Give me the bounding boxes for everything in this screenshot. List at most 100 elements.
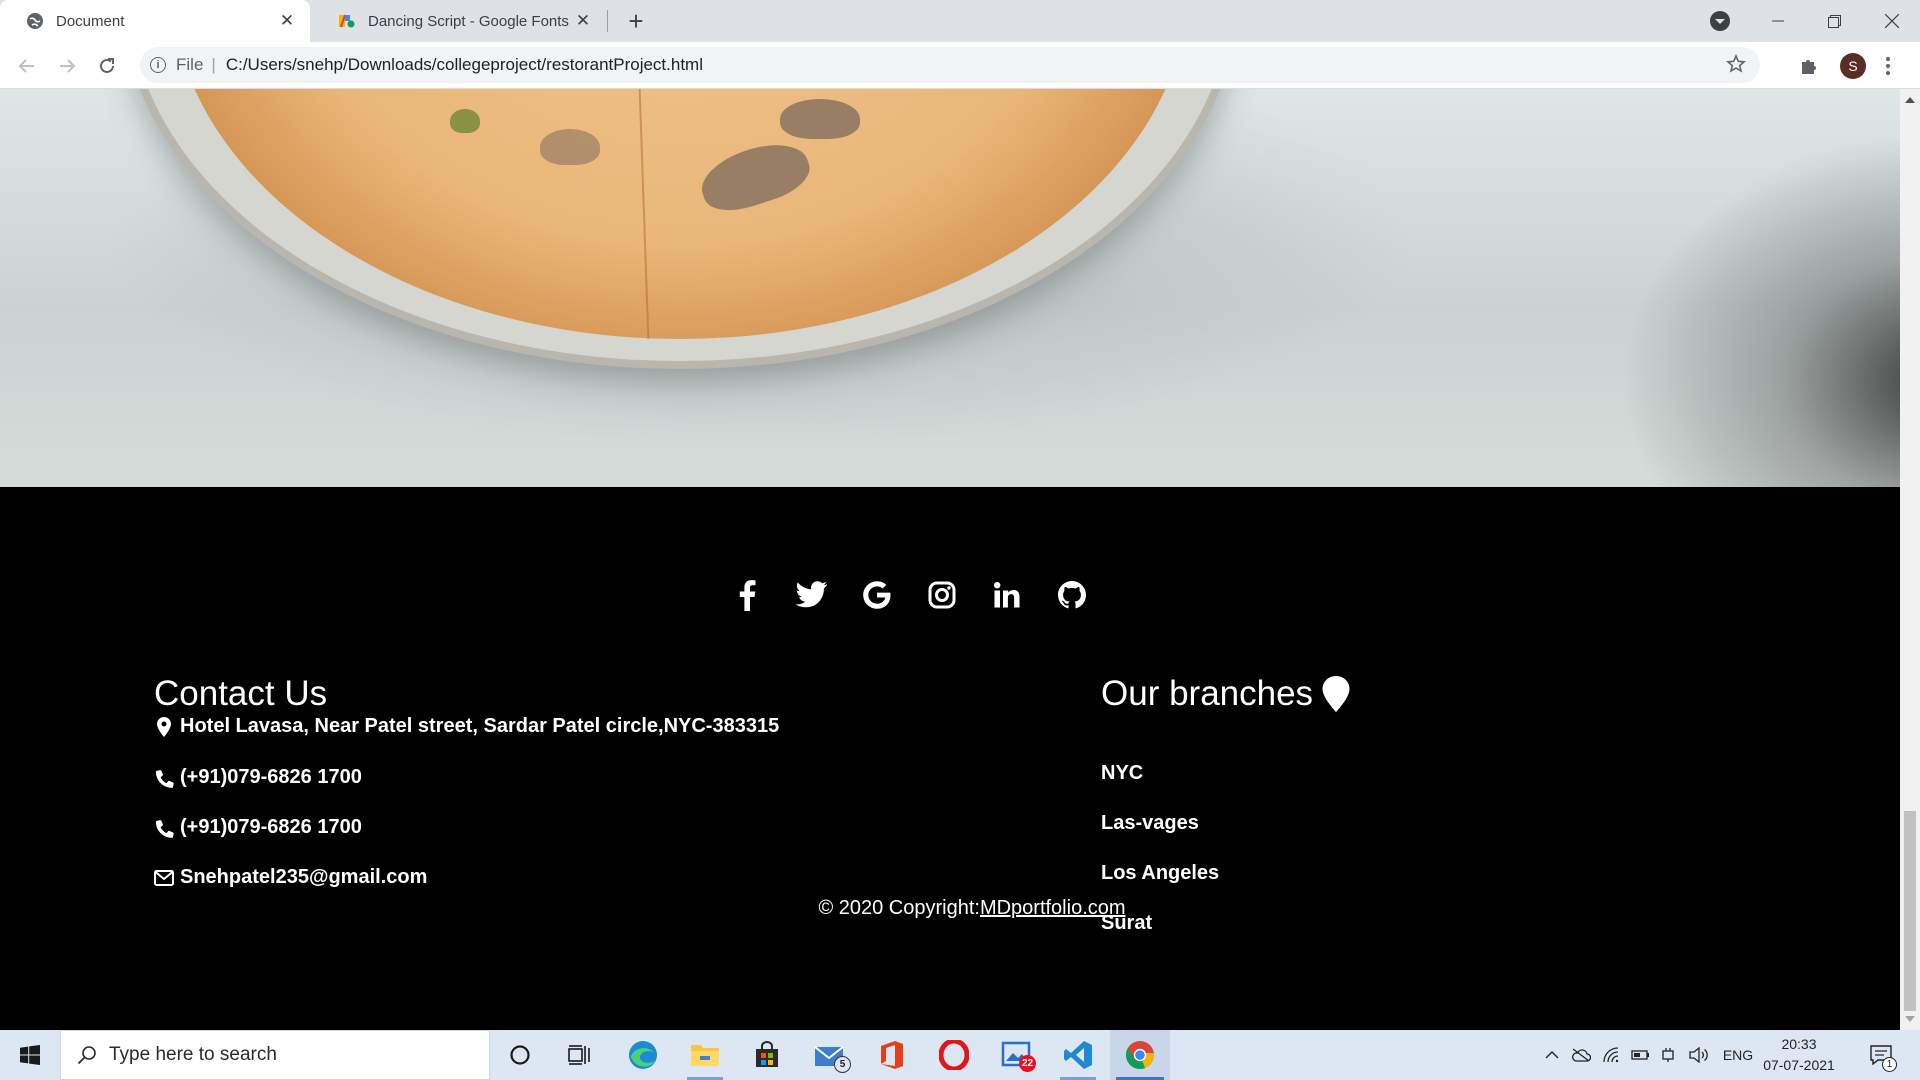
opera-taskbar-button[interactable] xyxy=(924,1030,984,1080)
mail-taskbar-button[interactable]: 5 xyxy=(800,1030,860,1080)
branch-item[interactable]: NYC xyxy=(1101,762,1143,785)
wifi-tray-icon[interactable] xyxy=(1598,1030,1624,1080)
chevron-up-icon xyxy=(1545,1051,1559,1059)
battery-tray-icon[interactable] xyxy=(1628,1030,1654,1080)
branches-title-text: Our branches xyxy=(1101,674,1314,713)
store-taskbar-button[interactable] xyxy=(737,1030,797,1080)
photos-badge: 22 xyxy=(1019,1055,1036,1072)
phone-icon xyxy=(154,818,174,838)
email-text: Snehpatel235@gmail.com xyxy=(180,866,428,888)
bookmark-star-icon[interactable] xyxy=(1726,54,1746,74)
windows-taskbar: Type here to search 5 22 ENG 20:33 07-07… xyxy=(0,1030,1920,1080)
scroll-down-arrow-icon[interactable] xyxy=(1905,1016,1915,1022)
close-tab-icon[interactable]: ✕ xyxy=(572,10,594,32)
contact-address: Hotel Lavasa, Near Patel street, Sardar … xyxy=(154,715,779,738)
taskbar-search-box[interactable]: Type here to search xyxy=(60,1030,490,1080)
vscode-taskbar-button[interactable] xyxy=(1048,1030,1108,1080)
chrome-taskbar-button[interactable] xyxy=(1110,1030,1170,1080)
file-explorer-taskbar-button[interactable] xyxy=(675,1030,735,1080)
tab-search-icon[interactable] xyxy=(1710,11,1730,31)
chrome-icon xyxy=(1126,1041,1155,1070)
linkedin-icon[interactable] xyxy=(991,579,1023,611)
address-bar[interactable]: i File | C:/Users/snehp/Downloads/colleg… xyxy=(140,47,1760,83)
url-text: C:/Users/snehp/Downloads/collegeproject/… xyxy=(225,55,703,74)
store-bag-icon xyxy=(756,1041,778,1067)
phone-icon xyxy=(154,768,174,788)
arrow-right-icon xyxy=(60,59,76,73)
clock-time: 20:33 xyxy=(1781,1036,1817,1052)
location-pin-icon xyxy=(1322,676,1350,712)
minimize-icon xyxy=(1772,20,1784,22)
pizza-hero-image xyxy=(0,89,1900,487)
copyright-text: © 2020 Copyright: xyxy=(818,897,980,919)
cortana-button[interactable] xyxy=(490,1030,550,1080)
tab-title: Dancing Script - Google Fonts xyxy=(368,12,569,30)
scrollbar-thumb[interactable] xyxy=(1904,811,1916,1011)
tab-google-fonts[interactable]: Dancing Script - Google Fonts ✕ xyxy=(312,0,606,42)
reload-icon xyxy=(100,58,114,73)
cortana-circle-icon xyxy=(510,1045,530,1065)
more-vertical-icon[interactable] xyxy=(1885,55,1891,77)
branch-item[interactable]: Los Angeles xyxy=(1101,862,1219,885)
taskbar-clock[interactable]: 20:33 07-07-2021 xyxy=(1758,1034,1840,1076)
close-window-button[interactable] xyxy=(1864,0,1920,42)
copyright-footer: © 2020 Copyright:MDportfolio.com xyxy=(22,897,1900,920)
extensions-puzzle-icon[interactable] xyxy=(1798,55,1820,77)
instagram-icon[interactable] xyxy=(926,579,958,611)
browser-tab-strip: Document ✕ Dancing Script - Google Fonts… xyxy=(0,0,1920,42)
close-icon xyxy=(1885,14,1899,28)
restore-button[interactable] xyxy=(1806,0,1862,42)
browser-toolbar: i File | C:/Users/snehp/Downloads/colleg… xyxy=(0,42,1920,89)
folder-icon xyxy=(691,1045,719,1066)
profile-avatar[interactable]: S xyxy=(1840,53,1866,79)
input-language-indicator[interactable]: ENG xyxy=(1718,1030,1758,1080)
tab-document[interactable]: Document ✕ xyxy=(0,0,310,42)
tab-title: Document xyxy=(56,12,125,30)
show-hidden-icons-button[interactable] xyxy=(1540,1030,1564,1080)
search-icon xyxy=(77,1046,96,1065)
task-view-icon xyxy=(568,1045,590,1065)
page-viewport: Contact Us Hotel Lavasa, Near Patel stre… xyxy=(0,89,1900,1030)
url-divider: | xyxy=(211,55,216,74)
plug-icon xyxy=(1662,1048,1674,1062)
github-icon[interactable] xyxy=(1056,579,1088,611)
office-taskbar-button[interactable] xyxy=(862,1030,922,1080)
volume-tray-icon[interactable] xyxy=(1686,1030,1712,1080)
scroll-up-arrow-icon[interactable] xyxy=(1905,97,1915,103)
reload-button[interactable] xyxy=(91,50,123,82)
usb-tray-icon[interactable] xyxy=(1656,1030,1680,1080)
notifications-button[interactable]: 1 xyxy=(1862,1030,1900,1080)
windows-logo-icon xyxy=(20,1045,40,1065)
branch-item[interactable]: Las-vages xyxy=(1101,812,1199,835)
photos-taskbar-button[interactable]: 22 xyxy=(986,1030,1046,1080)
notification-badge: 1 xyxy=(1882,1057,1897,1072)
battery-icon xyxy=(1631,1050,1649,1060)
info-icon[interactable]: i xyxy=(150,57,166,73)
portfolio-link[interactable]: MDportfolio.com xyxy=(980,897,1126,919)
address-text: Hotel Lavasa, Near Patel street, Sardar … xyxy=(180,715,780,737)
contact-phone: (+91)079-6826 1700 xyxy=(154,766,362,789)
restore-icon xyxy=(1827,14,1841,28)
back-button[interactable] xyxy=(11,50,43,82)
vscode-icon xyxy=(1064,1041,1092,1069)
phone-text: (+91)079-6826 1700 xyxy=(180,816,362,838)
onedrive-tray-icon[interactable] xyxy=(1568,1030,1594,1080)
forward-button[interactable] xyxy=(51,50,83,82)
minimize-button[interactable] xyxy=(1750,0,1806,42)
contact-us-heading: Contact Us xyxy=(154,674,328,713)
task-view-button[interactable] xyxy=(550,1030,610,1080)
twitter-icon[interactable] xyxy=(795,579,828,611)
our-branches-heading: Our branches xyxy=(1101,674,1351,714)
close-tab-icon[interactable]: ✕ xyxy=(276,10,298,32)
tab-separator xyxy=(607,10,608,32)
facebook-icon[interactable] xyxy=(731,579,763,611)
start-button[interactable] xyxy=(0,1030,60,1080)
google-icon[interactable] xyxy=(861,579,893,611)
page-scrollbar[interactable] xyxy=(1900,89,1920,1030)
new-tab-button[interactable]: + xyxy=(622,6,650,36)
clock-date: 07-07-2021 xyxy=(1763,1057,1835,1073)
mail-badge: 5 xyxy=(834,1056,851,1073)
edge-icon xyxy=(629,1041,657,1069)
edge-taskbar-button[interactable] xyxy=(613,1030,673,1080)
map-marker-icon xyxy=(154,716,174,737)
